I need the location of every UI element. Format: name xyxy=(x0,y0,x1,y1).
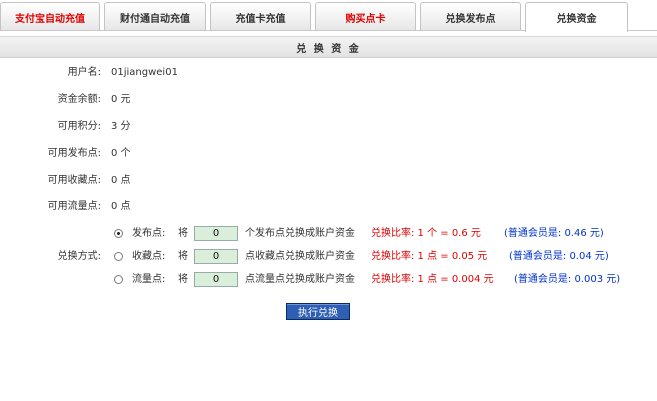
tab-buy-point-card[interactable]: 购买点卡 xyxy=(315,2,416,31)
info-label: 可用积分: xyxy=(57,121,101,132)
info-label: 可用收藏点: xyxy=(47,175,101,186)
option-prefix: 将 xyxy=(178,228,188,239)
tab-exchange-funds[interactable]: 兑换资金 xyxy=(525,2,628,32)
option-desc: 点收藏点兑换成账户资金 xyxy=(245,251,355,262)
info-row-username: 用户名: 01jiangwei01 xyxy=(0,65,657,81)
info-row-favorite-points: 可用收藏点: 0 点 xyxy=(0,173,657,189)
tab-alipay-recharge[interactable]: 支付宝自动充值 xyxy=(0,2,100,31)
info-row-traffic-points: 可用流量点: 0 点 xyxy=(0,199,657,215)
traffic-points-input[interactable] xyxy=(194,272,238,287)
tab-label: 充值卡充值 xyxy=(235,13,286,25)
option-name: 收藏点: xyxy=(132,251,166,262)
section-title: 兑 换 资 金 xyxy=(0,36,657,58)
option-desc: 点流量点兑换成账户资金 xyxy=(245,274,355,285)
option-prefix: 将 xyxy=(178,251,188,262)
info-row-points: 可用积分: 3 分 xyxy=(0,119,657,135)
radio-publish-points[interactable] xyxy=(114,229,123,238)
tab-exchange-publish-points[interactable]: 兑换发布点 xyxy=(420,2,521,31)
traffic-points-value: 0 点 xyxy=(111,201,131,212)
username-value: 01jiangwei01 xyxy=(111,67,178,78)
info-row-balance: 资金余额: 0 元 xyxy=(0,92,657,108)
info-label: 资金余额: xyxy=(57,94,101,105)
tab-label: 购买点卡 xyxy=(345,13,386,25)
favorite-points-input[interactable] xyxy=(194,249,238,264)
favorite-points-value: 0 点 xyxy=(111,175,131,186)
option-member-rate: (普通会员是: 0.003 元) xyxy=(514,274,621,285)
option-member-rate: (普通会员是: 0.46 元) xyxy=(504,228,604,239)
radio-traffic-points[interactable] xyxy=(114,275,123,284)
option-desc: 个发布点兑换成账户资金 xyxy=(245,228,355,239)
points-value: 3 分 xyxy=(111,121,131,132)
exchange-option-publish: 发布点: 将 个发布点兑换成账户资金 兑换比率: 1 个 = 0.6 元 (普通… xyxy=(114,226,654,244)
option-name: 发布点: xyxy=(132,228,166,239)
execute-exchange-button[interactable]: 执行兑换 xyxy=(286,303,350,320)
tab-label: 财付通自动充值 xyxy=(120,13,190,25)
publish-points-value: 0 个 xyxy=(111,148,131,159)
exchange-option-traffic: 流量点: 将 点流量点兑换成账户资金 兑换比率: 1 点 = 0.004 元 (… xyxy=(114,272,654,290)
tab-label: 兑换发布点 xyxy=(445,13,496,25)
exchange-method-label: 兑换方式: xyxy=(57,251,101,262)
exchange-option-favorite: 收藏点: 将 点收藏点兑换成账户资金 兑换比率: 1 点 = 0.05 元 (普… xyxy=(114,249,654,267)
option-name: 流量点: xyxy=(132,274,166,285)
tab-label: 支付宝自动充值 xyxy=(15,13,85,25)
tab-card-recharge[interactable]: 充值卡充值 xyxy=(210,2,311,31)
option-member-rate: (普通会员是: 0.04 元) xyxy=(509,251,609,262)
info-label: 可用发布点: xyxy=(47,148,101,159)
publish-points-input[interactable] xyxy=(194,226,238,241)
tab-label: 兑换资金 xyxy=(556,14,597,25)
radio-favorite-points[interactable] xyxy=(114,252,123,261)
info-row-publish-points: 可用发布点: 0 个 xyxy=(0,146,657,162)
option-prefix: 将 xyxy=(178,274,188,285)
info-label: 可用流量点: xyxy=(47,201,101,212)
tab-tenpay-recharge[interactable]: 财付通自动充值 xyxy=(104,2,206,31)
option-rate: 兑换比率: 1 点 = 0.05 元 xyxy=(371,251,488,262)
info-label: 用户名: xyxy=(67,67,101,78)
option-rate: 兑换比率: 1 个 = 0.6 元 xyxy=(371,228,481,239)
tab-bar: 支付宝自动充值 财付通自动充值 充值卡充值 购买点卡 兑换发布点 兑换资金 xyxy=(0,0,657,32)
balance-value: 0 元 xyxy=(111,94,131,105)
option-rate: 兑换比率: 1 点 = 0.004 元 xyxy=(371,274,494,285)
